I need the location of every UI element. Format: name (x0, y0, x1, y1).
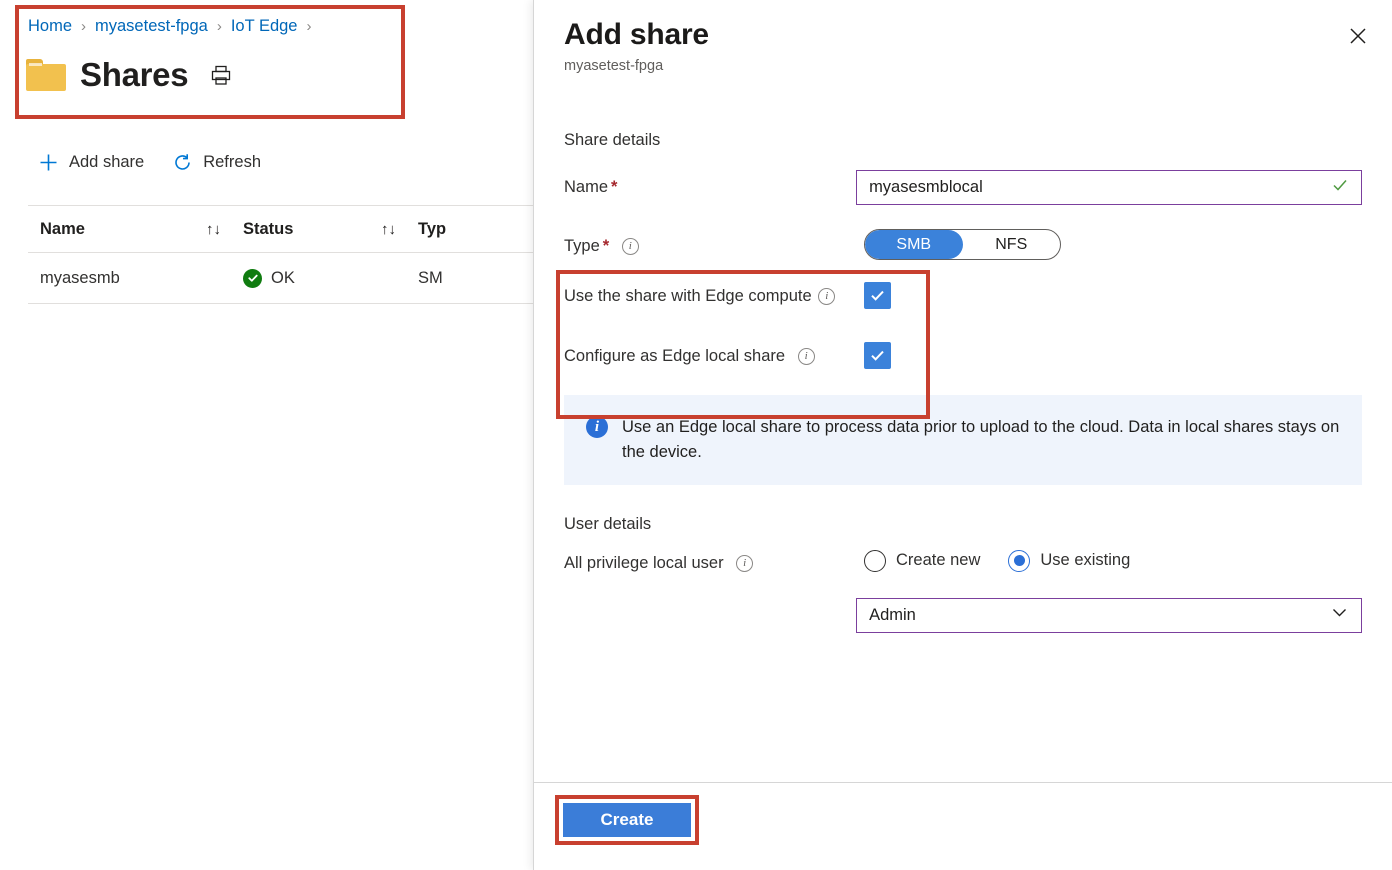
page-title-row: Shares (26, 56, 232, 94)
breadcrumb-item-home[interactable]: Home (28, 17, 72, 36)
column-header-type[interactable]: Typ (418, 220, 534, 239)
refresh-button[interactable]: Refresh (172, 152, 261, 173)
screen-root: Home › myasetest-fpga › IoT Edge › Share… (0, 0, 1392, 870)
name-label-text: Name (564, 178, 609, 196)
local-user-radio-group: Create new Use existing (864, 549, 1144, 572)
type-field-row: Type * i SMB NFS (564, 229, 1362, 260)
info-banner-text: Use an Edge local share to process data … (622, 418, 1340, 461)
info-icon[interactable]: i (818, 288, 836, 306)
refresh-icon (172, 152, 193, 173)
info-filled-icon: i (586, 416, 608, 438)
chevron-down-icon (1330, 603, 1349, 627)
column-header-name-label: Name (40, 219, 85, 238)
share-details-heading: Share details (564, 131, 661, 149)
panel-body: Share details Name * myasesmblocal Type * … (534, 100, 1392, 782)
radio-use-existing-label: Use existing (1040, 551, 1131, 569)
type-label: Type * i (564, 229, 864, 257)
table-row-divider (28, 303, 534, 304)
type-toggle[interactable]: SMB NFS (864, 229, 1061, 260)
edge-compute-label-text: Use the share with Edge compute (564, 287, 812, 305)
local-user-label-text: All privilege local user (564, 553, 724, 572)
command-bar: Add share Refresh (38, 152, 261, 173)
add-share-label: Add share (69, 153, 145, 171)
plus-icon (38, 152, 59, 173)
close-icon[interactable] (1342, 20, 1374, 52)
required-marker: * (602, 237, 610, 255)
name-input-value: myasesmblocal (869, 178, 983, 196)
edge-local-checkbox[interactable] (864, 342, 891, 369)
radio-unselected-icon (864, 549, 886, 572)
user-dropdown[interactable]: Admin (856, 597, 1362, 633)
breadcrumb-separator-icon: › (81, 18, 87, 35)
breadcrumb-item-device[interactable]: myasetest-fpga (95, 17, 208, 36)
panel-header: Add share myasetest-fpga (534, 0, 1392, 74)
user-dropdown-row: Admin (564, 597, 1362, 633)
create-button[interactable]: Create (563, 803, 691, 837)
breadcrumb-separator-icon: › (306, 18, 312, 35)
cell-status-label: OK (271, 268, 295, 287)
edge-compute-checkbox[interactable] (864, 282, 891, 309)
refresh-label: Refresh (203, 153, 261, 171)
required-marker: * (611, 178, 618, 196)
type-option-smb[interactable]: SMB (865, 230, 963, 259)
check-circle-icon (243, 268, 262, 288)
column-header-name[interactable]: Name ↑↓ (28, 220, 243, 239)
shares-table: Name ↑↓ Status ↑↓ Typ myasesmb OK SM (28, 205, 534, 304)
print-icon[interactable] (210, 64, 232, 86)
info-banner: i Use an Edge local share to process dat… (564, 395, 1362, 485)
edge-compute-label: Use the share with Edge compute i (564, 282, 864, 309)
cell-name: myasesmb (40, 268, 120, 287)
user-dropdown-value: Admin (869, 605, 916, 624)
table-row[interactable]: myasesmb OK SM (28, 253, 534, 303)
type-option-nfs[interactable]: NFS (963, 230, 1061, 259)
page-title: Shares (80, 56, 189, 93)
radio-use-existing[interactable]: Use existing (1008, 549, 1131, 572)
info-icon[interactable]: i (797, 348, 815, 366)
edge-compute-row: Use the share with Edge compute i (564, 282, 1362, 309)
radio-create-new[interactable]: Create new (864, 549, 981, 572)
column-header-status[interactable]: Status ↑↓ (243, 220, 418, 239)
panel-subtitle: myasetest-fpga (564, 58, 664, 74)
name-field-row: Name * myasesmblocal (564, 170, 1362, 205)
folder-icon (26, 59, 66, 91)
edge-local-label-text: Configure as Edge local share (564, 347, 786, 365)
column-header-status-label: Status (243, 219, 294, 238)
user-details-heading: User details (564, 514, 652, 533)
type-label-text: Type (564, 237, 600, 255)
sort-icon[interactable]: ↑↓ (206, 221, 243, 238)
user-dropdown-spacer (564, 598, 856, 604)
local-user-row: All privilege local user i Create new Us… (564, 549, 1362, 574)
cell-type: SM (418, 268, 443, 287)
radio-create-new-label: Create new (896, 551, 981, 569)
name-label: Name * (564, 170, 856, 198)
panel-footer: Create (534, 782, 1392, 870)
edge-options-group: Use the share with Edge compute i Config… (564, 282, 1362, 369)
edge-local-label: Configure as Edge local share i (564, 342, 864, 369)
add-share-panel: Add share myasetest-fpga Share details N… (533, 0, 1392, 870)
radio-selected-icon (1008, 549, 1031, 572)
name-input[interactable]: myasesmblocal (856, 170, 1362, 205)
add-share-button[interactable]: Add share (38, 152, 144, 173)
cell-status: OK (243, 268, 418, 288)
breadcrumb: Home › myasetest-fpga › IoT Edge › (28, 17, 321, 36)
panel-title: Add share (564, 18, 709, 51)
local-user-label: All privilege local user i (564, 550, 864, 574)
breadcrumb-separator-icon: › (216, 18, 222, 35)
shares-page: Home › myasetest-fpga › IoT Edge › Share… (0, 0, 534, 870)
edge-local-row: Configure as Edge local share i (564, 342, 1362, 369)
column-header-type-label: Typ (418, 219, 447, 238)
sort-icon[interactable]: ↑↓ (381, 221, 418, 238)
table-header-row: Name ↑↓ Status ↑↓ Typ (28, 206, 534, 252)
info-icon[interactable]: i (621, 238, 639, 256)
info-icon[interactable]: i (736, 554, 754, 572)
check-icon (1331, 176, 1349, 199)
breadcrumb-item-iot-edge[interactable]: IoT Edge (231, 17, 298, 36)
